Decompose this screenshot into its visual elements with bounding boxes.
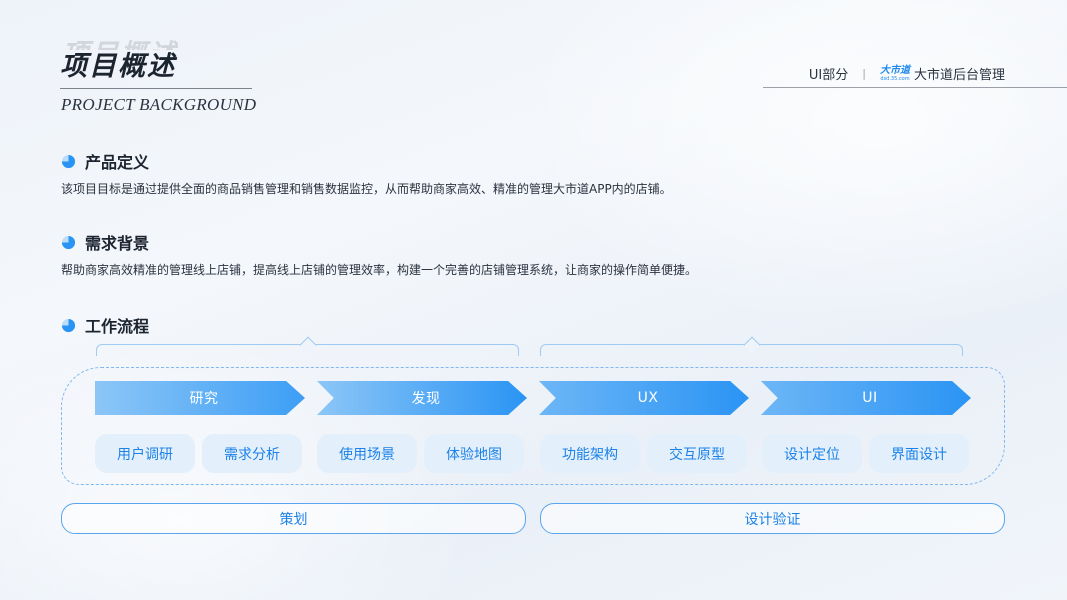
task-pill-needs-analysis: 需求分析 bbox=[202, 434, 302, 473]
stage-label: 研究 bbox=[189, 391, 219, 407]
section-heading-label: 需求背景 bbox=[85, 234, 150, 253]
phase-design-validation: 设计验证 bbox=[540, 503, 1005, 534]
section-heading-workflow: 工作流程 bbox=[61, 313, 149, 337]
header-meta: UI部分 | 大市道 dsd.35.com 大市道后台管理 bbox=[809, 64, 1005, 83]
title-underline bbox=[60, 88, 252, 89]
task-pill-use-scenario: 使用场景 bbox=[317, 434, 417, 473]
phase-brace-right bbox=[540, 336, 963, 356]
page-subtitle: PROJECT BACKGROUND bbox=[61, 95, 257, 114]
task-pill-design-position: 设计定位 bbox=[762, 434, 862, 473]
definition-text: 该项目目标是通过提供全面的商品销售管理和销售数据监控，从而帮助商家高效、精准的管… bbox=[61, 182, 672, 196]
page-title: 项目概述 bbox=[60, 51, 176, 82]
stage-arrow-research: 研究 bbox=[95, 381, 305, 415]
brand-logo-domain: dsd.35.com bbox=[880, 75, 910, 82]
stage-label: UX bbox=[637, 390, 659, 406]
brand-logo: 大市道 dsd.35.com bbox=[879, 64, 910, 82]
section-heading-label: 产品定义 bbox=[85, 153, 150, 172]
task-pill-user-research: 用户调研 bbox=[95, 434, 195, 473]
brand-name: 大市道后台管理 bbox=[913, 68, 1005, 83]
stage-arrow-ui: UI bbox=[761, 381, 971, 415]
task-pill-experience-map: 体验地图 bbox=[424, 434, 524, 473]
task-pill-prototype: 交互原型 bbox=[647, 434, 747, 473]
section-heading-definition: 产品定义 bbox=[61, 149, 149, 173]
pie-chart-icon bbox=[61, 154, 76, 168]
section-heading-label: 工作流程 bbox=[85, 317, 150, 336]
header-rule bbox=[763, 87, 1067, 88]
divider: | bbox=[862, 67, 866, 80]
stage-arrow-ux: UX bbox=[539, 381, 749, 415]
section-heading-background: 需求背景 bbox=[61, 230, 149, 254]
stage-label: UI bbox=[862, 390, 878, 406]
task-pill-ui-design: 界面设计 bbox=[869, 434, 969, 473]
stage-label: 发现 bbox=[411, 391, 441, 407]
task-pill-feature-arch: 功能架构 bbox=[540, 434, 640, 473]
section-tag: UI部分 bbox=[808, 68, 849, 83]
pie-chart-icon bbox=[61, 235, 76, 249]
background-text: 帮助商家高效精准的管理线上店铺，提高线上店铺的管理效率，构建一个完善的店铺管理系… bbox=[61, 263, 698, 277]
phase-brace-left bbox=[96, 336, 519, 356]
phase-planning: 策划 bbox=[61, 503, 526, 534]
pie-chart-icon bbox=[61, 318, 76, 332]
stage-arrow-discover: 发现 bbox=[317, 381, 527, 415]
brand-logo-mark: 大市道 bbox=[879, 64, 910, 76]
